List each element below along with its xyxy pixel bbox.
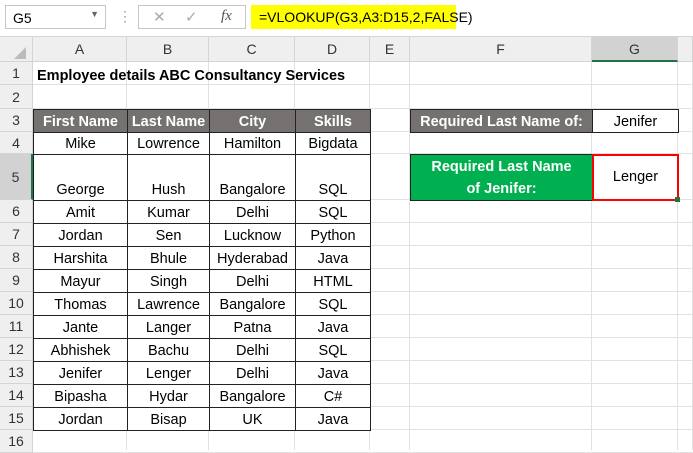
row-header-9[interactable]: 9 [0,269,33,292]
cancel-icon[interactable]: ✕ [153,8,166,26]
column-header-A[interactable]: A [33,37,127,62]
table-cell[interactable]: Jordan [33,223,128,247]
chevron-down-icon[interactable]: ▼ [90,9,99,19]
column-header-B[interactable]: B [127,37,209,62]
row-header-4[interactable]: 4 [0,132,33,154]
row-header-14[interactable]: 14 [0,384,33,407]
select-all-button[interactable] [0,37,33,62]
row-header-2[interactable]: 2 [0,85,33,109]
fx-icon[interactable]: fx [221,8,232,25]
table-header[interactable]: Last Name [127,109,210,133]
table-cell[interactable]: HTML [295,269,371,293]
row-header-13[interactable]: 13 [0,361,33,384]
table-cell[interactable]: Abhishek [33,338,128,362]
column-header-C[interactable]: C [209,37,295,62]
row-header-7[interactable]: 7 [0,223,33,246]
column-header-F[interactable]: F [410,37,592,62]
row-header-15[interactable]: 15 [0,407,33,430]
table-cell[interactable]: Bangalore [209,384,296,408]
table-cell[interactable]: Java [295,315,371,339]
table-cell[interactable]: Mayur [33,269,128,293]
table-cell[interactable]: Bipasha [33,384,128,408]
table-cell[interactable]: SQL [295,338,371,362]
grip-icon: ⋮ [118,8,132,24]
row-header-3[interactable]: 3 [0,109,33,132]
table-cell[interactable]: George [33,154,128,201]
table-cell[interactable]: Bachu [127,338,210,362]
table-cell[interactable]: Delhi [209,338,296,362]
table-cell[interactable]: Jordan [33,407,128,431]
table-cell[interactable]: Thomas [33,292,128,316]
table-cell[interactable]: Kumar [127,200,210,224]
name-box[interactable]: G5 ▼ [5,5,106,29]
column-header-G[interactable]: G [592,37,678,62]
row-header-11[interactable]: 11 [0,315,33,338]
column-header-D[interactable]: D [295,37,370,62]
table-cell[interactable]: Jante [33,315,128,339]
table-cell[interactable]: Lawrence [127,292,210,316]
table-cell[interactable]: Bhule [127,246,210,270]
row-header-10[interactable]: 10 [0,292,33,315]
lookup-value-cell[interactable]: Jenifer [592,109,679,133]
table-cell[interactable]: Java [295,246,371,270]
row-header-6[interactable]: 6 [0,200,33,223]
table-cell[interactable]: Sen [127,223,210,247]
table-cell[interactable]: Jenifer [33,361,128,385]
table-cell[interactable]: Python [295,223,371,247]
table-cell[interactable]: Delhi [209,269,296,293]
table-cell[interactable]: Bangalore [209,154,296,201]
select-all-icon [14,47,26,59]
table-cell[interactable]: Hydar [127,384,210,408]
table-cell[interactable]: Amit [33,200,128,224]
sheet-title[interactable]: Employee details ABC Consultancy Service… [33,62,411,86]
table-cell[interactable]: Delhi [209,361,296,385]
result-cell-selected[interactable]: Lenger [592,154,679,201]
fill-handle[interactable] [675,197,680,202]
formula-input[interactable]: =VLOOKUP(G3,A3:D15,2,FALSE) [251,5,473,29]
table-header[interactable]: Skills [295,109,371,133]
table-cell[interactable]: Delhi [209,200,296,224]
table-cell[interactable]: SQL [295,292,371,316]
table-header[interactable]: City [209,109,296,133]
table-cell[interactable]: Bisap [127,407,210,431]
enter-icon[interactable]: ✓ [185,8,198,26]
table-cell[interactable]: Lowrence [127,132,210,155]
name-box-value: G5 [13,10,32,26]
table-cell[interactable]: Lucknow [209,223,296,247]
table-cell[interactable]: Langer [127,315,210,339]
table-cell[interactable]: Bigdata [295,132,371,155]
table-cell[interactable]: SQL [295,154,371,201]
row-header-12[interactable]: 12 [0,338,33,361]
row-header-8[interactable]: 8 [0,246,33,269]
result-label[interactable]: Required Last Name of Jenifer: [410,154,593,201]
table-cell[interactable]: Bangalore [209,292,296,316]
table-cell[interactable]: SQL [295,200,371,224]
formula-buttons: ✕ ✓ fx [138,5,246,29]
row-header-5[interactable]: 5 [0,154,33,200]
table-cell[interactable]: Hyderabad [209,246,296,270]
table-header[interactable]: First Name [33,109,128,133]
table-cell[interactable]: Hush [127,154,210,201]
formula-bar: G5 ▼ ⋮ ✕ ✓ fx =VLOOKUP(G3,A3:D15,2,FALSE) [0,0,693,37]
table-cell[interactable]: Java [295,361,371,385]
column-header-h[interactable] [678,37,693,62]
table-cell[interactable]: C# [295,384,371,408]
table-cell[interactable]: Singh [127,269,210,293]
table-cell[interactable]: Lenger [127,361,210,385]
table-cell[interactable]: Mike [33,132,128,155]
table-cell[interactable]: Patna [209,315,296,339]
row-header-1[interactable]: 1 [0,62,33,85]
table-cell[interactable]: Hamilton [209,132,296,155]
table-cell[interactable]: Java [295,407,371,431]
table-cell[interactable]: UK [209,407,296,431]
lookup-label[interactable]: Required Last Name of: [410,109,593,133]
table-cell[interactable]: Harshita [33,246,128,270]
column-header-E[interactable]: E [370,37,410,62]
